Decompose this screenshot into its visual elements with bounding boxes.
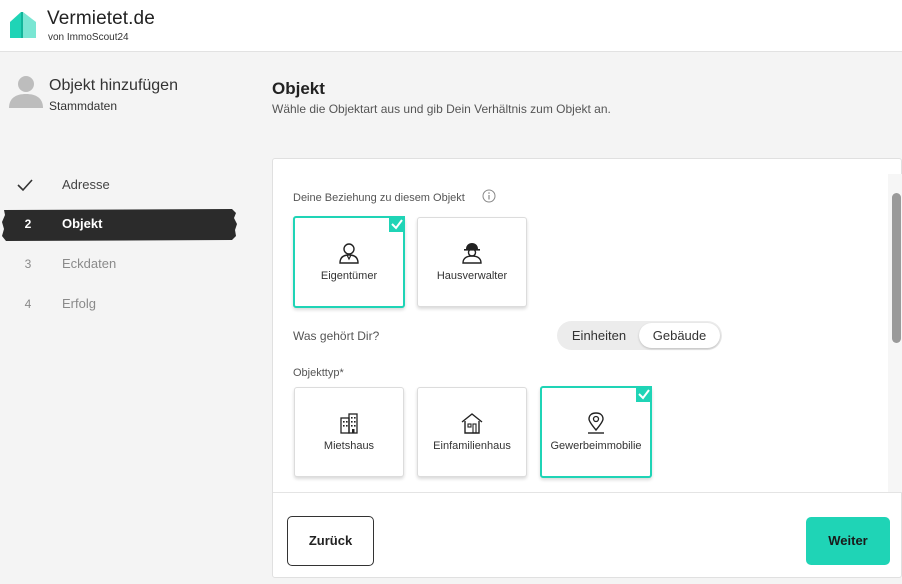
- type-option-gewerbeimmobilie[interactable]: Gewerbeimmobilie: [540, 386, 652, 478]
- selected-check-icon: [636, 386, 652, 402]
- top-header: Vermietet.de von ImmoScout24: [0, 0, 902, 52]
- page-title: Objekt: [272, 79, 325, 98]
- step-number: 4: [24, 297, 32, 311]
- relation-label: Deine Beziehung zu diesem Objekt: [293, 192, 465, 204]
- step-label: Erfolg: [62, 296, 96, 311]
- tile-label: Mietshaus: [323, 440, 375, 452]
- selected-check-icon: [389, 216, 405, 232]
- logo-icon[interactable]: [7, 9, 39, 41]
- step-eckdaten[interactable]: 3 Eckdaten: [0, 249, 240, 281]
- active-step-highlight: [2, 209, 237, 241]
- brand-title: Vermietet.de: [47, 8, 155, 29]
- step-objekt[interactable]: 2 Objekt: [0, 209, 240, 241]
- type-option-mietshaus[interactable]: Mietshaus: [294, 387, 404, 477]
- footer-divider: [273, 492, 902, 493]
- check-icon: [17, 179, 33, 192]
- tile-label: Einfamilienhaus: [433, 440, 511, 452]
- step-label: Eckdaten: [62, 256, 117, 271]
- step-erfolg[interactable]: 4 Erfolg: [0, 289, 240, 321]
- relation-option-eigentuemer[interactable]: Eigentümer: [293, 216, 405, 308]
- info-icon[interactable]: [482, 189, 496, 203]
- type-option-einfamilienhaus[interactable]: Einfamilienhaus: [417, 387, 527, 477]
- next-button[interactable]: Weiter: [806, 517, 890, 565]
- step-label: Objekt: [62, 216, 103, 231]
- toggle-option-einheiten[interactable]: Einheiten: [559, 321, 639, 350]
- type-label: Objekttyp*: [293, 367, 344, 379]
- sidebar-subtitle: Stammdaten: [49, 99, 118, 113]
- ownership-toggle[interactable]: Einheiten Gebäude: [557, 321, 722, 350]
- page-subtitle: Wähle die Objektart aus und gib Dein Ver…: [272, 102, 611, 116]
- property-manager-icon: [462, 243, 482, 264]
- step-number: 3: [24, 257, 32, 271]
- tile-label: Hausverwalter: [436, 270, 508, 282]
- step-label: Adresse: [62, 177, 110, 192]
- back-button[interactable]: Zurück: [287, 516, 374, 566]
- location-pin-icon: [588, 412, 604, 434]
- tile-label: Eigentümer: [320, 270, 378, 282]
- toggle-option-gebaeude[interactable]: Gebäude: [639, 323, 720, 348]
- step-number: 2: [24, 217, 32, 231]
- brand-subtitle: von ImmoScout24: [48, 32, 129, 43]
- tile-label: Gewerbeimmobilie: [550, 440, 642, 452]
- scrollbar-thumb[interactable]: [892, 193, 901, 343]
- avatar-icon: [9, 76, 43, 108]
- owner-icon: [339, 243, 359, 264]
- apartment-building-icon: [340, 413, 358, 434]
- relation-option-hausverwalter[interactable]: Hausverwalter: [417, 217, 527, 307]
- sidebar-title: Objekt hinzufügen: [49, 77, 178, 94]
- ownership-question: Was gehört Dir?: [293, 329, 380, 343]
- step-adresse[interactable]: Adresse: [0, 170, 240, 202]
- house-icon: [461, 413, 483, 434]
